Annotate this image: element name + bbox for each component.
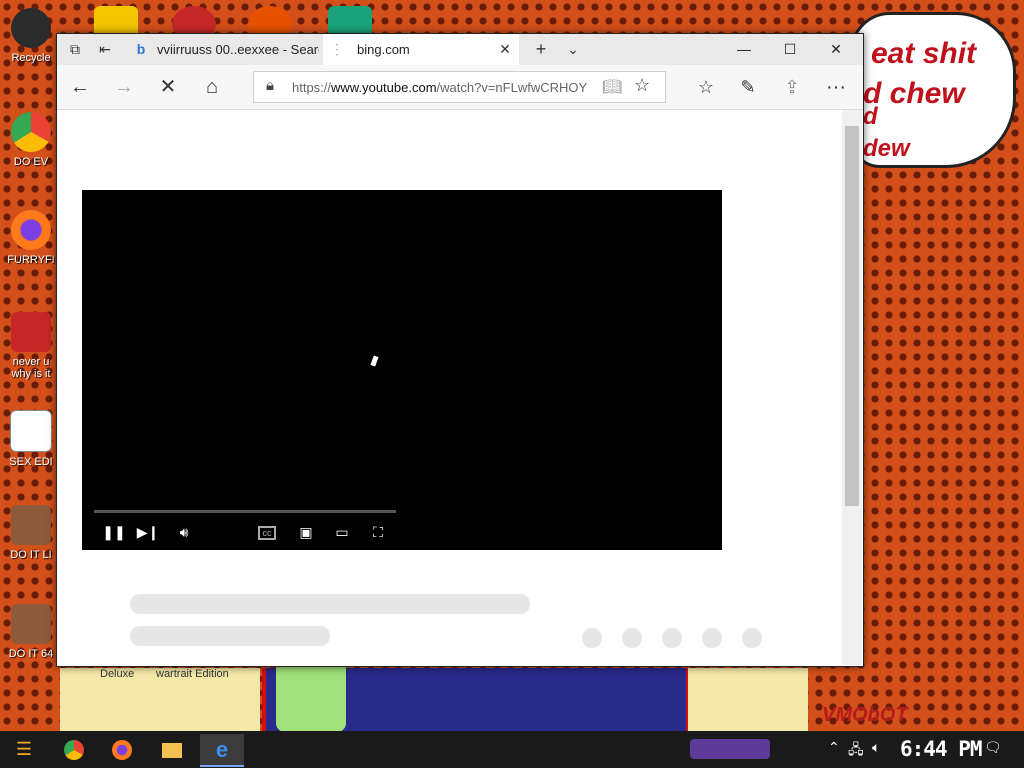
desktop-icon-furryfi[interactable]: FURRYFI — [4, 210, 58, 266]
favorite-star-icon[interactable]: ☆ — [634, 75, 650, 96]
tab-title: vviirruuss 00..eexxee - Searc — [157, 42, 319, 57]
miniplayer-button[interactable]: ▣ — [294, 523, 318, 541]
firefox-icon — [11, 210, 51, 250]
taskbar: ☰ e ⌃ 🖧︎ 🔈︎ 6:44 PM 🗨︎ — [0, 731, 1024, 768]
tab-preview-icon[interactable]: ⧉ — [67, 41, 83, 57]
wallpaper-text-edition: wartrait Edition — [156, 668, 229, 680]
new-tab-icon[interactable]: + — [533, 40, 549, 58]
wallpaper-text-deluxe: Deluxe — [100, 668, 135, 680]
desktop-icon-never-u[interactable]: never u why is it — [4, 312, 58, 380]
show-hidden-icons-chevron-icon[interactable]: ⌃ — [828, 739, 840, 756]
stop-loading-button[interactable]: ✕ — [153, 73, 183, 101]
action-center-icon[interactable]: 🗨︎ — [984, 739, 1002, 756]
address-bar[interactable]: 🔒︎ https://www.youtube.com/watch?v=nFLwf… — [253, 71, 666, 103]
desktop-icon-do-it-64[interactable]: DO IT 64 — [4, 604, 58, 660]
clock[interactable]: 6:44 PM — [900, 737, 983, 761]
desktop-icon-do-ev[interactable]: DO EV — [4, 112, 58, 168]
speech-line-1: eat shit — [871, 37, 977, 70]
portrait-icon — [11, 604, 51, 644]
action-placeholder-4 — [702, 628, 722, 648]
back-button[interactable]: ← — [65, 73, 95, 101]
bing-icon: b — [136, 41, 146, 57]
taskbar-firefox-icon[interactable] — [100, 734, 144, 765]
subtitle-placeholder — [130, 626, 330, 646]
action-placeholder-5 — [742, 628, 762, 648]
tab-title: bing.com — [357, 42, 410, 57]
speech-line-4: dew — [863, 135, 910, 162]
edge-browser-window: ⧉ ⇤ b vviirruuss 00..eexxee - Searc ⋮ bi… — [56, 33, 864, 667]
scrollbar-thumb[interactable] — [845, 126, 859, 506]
taskbar-edge-icon[interactable]: e — [200, 734, 244, 767]
action-placeholder-1 — [582, 628, 602, 648]
video-progress-bar[interactable] — [94, 510, 396, 513]
chrome-icon — [11, 112, 51, 152]
speech-line-3: d — [863, 103, 878, 130]
close-tab-icon[interactable]: ✕ — [497, 41, 513, 57]
close-button[interactable]: ✕ — [813, 34, 859, 65]
desktop-icon-recycle[interactable]: Recycle — [4, 8, 58, 64]
taskbar-chrome-icon[interactable] — [52, 734, 96, 765]
next-button[interactable]: ▶❙ — [136, 523, 160, 541]
web-note-button[interactable]: ✎ — [733, 73, 763, 101]
more-actions-button[interactable]: ··· — [821, 73, 851, 101]
maximize-button[interactable]: ☐ — [767, 34, 813, 65]
address-text: https://www.youtube.com/watch?v=nFLwfwCR… — [292, 80, 588, 95]
vertical-scrollbar[interactable] — [842, 110, 862, 665]
lock-icon: 🔒︎ — [266, 77, 274, 94]
tab-bing[interactable]: ⋮ bing.com ✕ — [323, 34, 519, 65]
taskbar-file-explorer-icon[interactable] — [150, 734, 194, 765]
tab-bar: ⧉ ⇤ b vviirruuss 00..eexxee - Searc ⋮ bi… — [57, 34, 863, 65]
start-button[interactable]: ☰ — [2, 734, 46, 765]
portrait-icon — [11, 505, 51, 545]
wallpaper-strip: Deluxe wartrait Edition VMObOT — [60, 632, 1024, 732]
video-player[interactable]: ❚❚ ▶❙ 🔊︎ cc ▣ ▭ ⛶ — [82, 190, 722, 550]
taskbar-wallpaper — [690, 739, 770, 759]
theater-mode-button[interactable]: ▭ — [330, 523, 354, 541]
minimize-button[interactable]: — — [721, 34, 767, 65]
loading-icon: ⋮ — [330, 41, 344, 57]
home-button[interactable]: ⌂ — [197, 73, 227, 101]
navigation-bar: ← → ✕ ⌂ 🔒︎ https://www.youtube.com/watch… — [57, 65, 863, 110]
network-icon[interactable]: 🖧︎ — [848, 739, 864, 763]
desktop-icon-sex-edi[interactable]: SEX EDI — [4, 410, 58, 468]
page-content: ❚❚ ▶❙ 🔊︎ cc ▣ ▭ ⛶ — [57, 110, 842, 665]
set-tabs-aside-icon[interactable]: ⇤ — [97, 41, 113, 57]
hxd-icon — [10, 410, 52, 452]
share-button[interactable]: ⇪ — [777, 73, 807, 101]
favorites-hub-button[interactable]: ☆ — [691, 73, 721, 101]
action-placeholder-3 — [662, 628, 682, 648]
tab-search[interactable]: b vviirruuss 00..eexxee - Searc — [127, 34, 323, 65]
reading-view-icon[interactable]: 📖︎ — [602, 77, 622, 97]
pause-button[interactable]: ❚❚ — [102, 523, 126, 541]
volume-button[interactable]: 🔊︎ — [172, 523, 196, 541]
recycle-bin-icon — [11, 8, 51, 48]
volume-icon[interactable]: 🔈︎ — [872, 739, 880, 756]
wallpaper-panel-right — [688, 668, 808, 732]
subtitles-button[interactable]: cc — [258, 526, 276, 540]
speech-line-2: d chew — [863, 77, 965, 110]
speech-bubble: eat shit d chew d dew — [850, 12, 1016, 168]
forward-button[interactable]: → — [109, 73, 139, 101]
dev-cpp-icon — [11, 312, 51, 352]
desktop-icon-do-it-li[interactable]: DO IT LI — [4, 505, 58, 561]
wallpaper-signature: VMObOT — [822, 704, 908, 726]
loading-spinner — [370, 355, 379, 367]
title-placeholder — [130, 594, 530, 614]
fullscreen-button[interactable]: ⛶ — [366, 523, 390, 541]
action-placeholder-2 — [622, 628, 642, 648]
tab-list-chevron-icon[interactable]: ⌄ — [565, 41, 581, 57]
